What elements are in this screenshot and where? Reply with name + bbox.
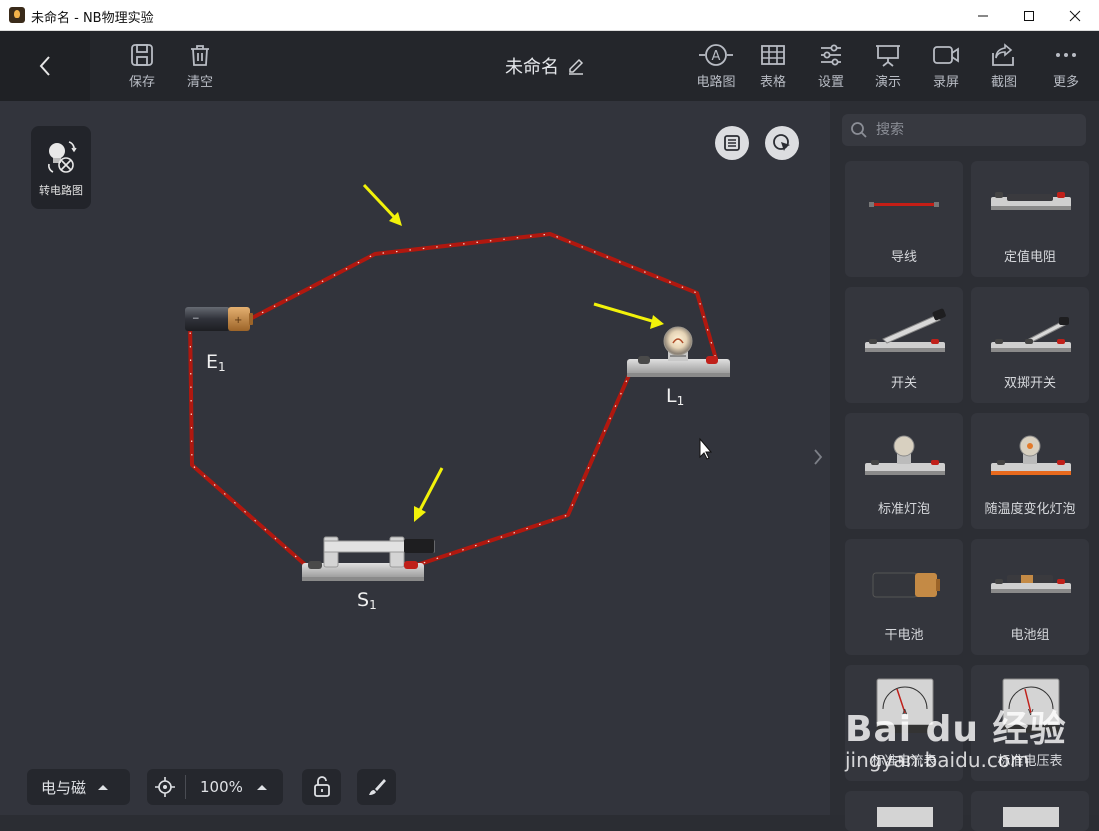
- brush-icon: [368, 779, 386, 795]
- component-card-double-throw-switch[interactable]: 双掷开关: [971, 287, 1089, 403]
- document-title-text: 未命名: [505, 57, 559, 78]
- experiment-canvas[interactable]: 转电路图 − + E1 L1 S1 电与磁 100%: [0, 101, 830, 815]
- watermark-brand: Bai du 经验: [845, 709, 1067, 750]
- caret-up-icon: [256, 785, 267, 790]
- component-card-label: 电池组: [1010, 628, 1050, 643]
- screenshot-label: 截图: [990, 74, 1017, 90]
- switch-s1[interactable]: [302, 536, 435, 581]
- bulb-l1-label: L1: [666, 385, 685, 408]
- component-card-battery-pack[interactable]: 电池组: [971, 539, 1089, 655]
- zoom-value: 100%: [200, 778, 243, 796]
- table-icon: [761, 44, 785, 65]
- main-toolbar: 保存 清空 未命名 A 电路图 表格 设置 演示 录屏 截图 更多: [0, 31, 1099, 101]
- brush-button[interactable]: [357, 769, 396, 805]
- battery-e1-label: E1: [206, 351, 226, 374]
- present-label: 演示: [874, 74, 901, 90]
- wire-group[interactable]: [188, 232, 718, 571]
- minimize-button[interactable]: [960, 0, 1006, 31]
- component-card-standard-bulb[interactable]: 标准灯泡: [845, 413, 963, 529]
- component-card-partial[interactable]: [971, 791, 1089, 831]
- lock-button[interactable]: [302, 769, 341, 805]
- circuit-drawing: − +: [185, 183, 730, 581]
- save-button[interactable]: 保存: [113, 31, 171, 101]
- presentation-icon: [876, 44, 900, 67]
- clear-label: 清空: [186, 74, 213, 90]
- window-title: 未命名 - NB物理实验: [31, 11, 154, 26]
- unlock-icon: [313, 776, 330, 797]
- search-input[interactable]: [874, 121, 1078, 139]
- clear-button[interactable]: 清空: [171, 31, 229, 101]
- settings-label: 设置: [817, 74, 844, 90]
- save-icon: [131, 43, 153, 66]
- trash-icon: [191, 44, 209, 66]
- share-screenshot-icon: [992, 42, 1014, 66]
- component-card-label: 双掷开关: [1003, 376, 1056, 391]
- search-box[interactable]: [842, 114, 1086, 146]
- component-card-label: 开关: [890, 376, 917, 391]
- mouse-cursor-icon: [699, 437, 713, 460]
- arrow-wire-pointer: [362, 183, 397, 220]
- more-dots-icon: [1056, 52, 1076, 57]
- expand-sidebar-chevron-icon[interactable]: [812, 447, 824, 471]
- close-button[interactable]: [1052, 0, 1098, 31]
- record-screen-label: 录屏: [932, 74, 959, 90]
- edit-pencil-icon[interactable]: [567, 57, 585, 75]
- component-card-wire[interactable]: 导线: [845, 161, 963, 277]
- table-label: 表格: [759, 74, 786, 90]
- document-title[interactable]: 未命名: [505, 53, 585, 79]
- circuit-diagram-label: 电路图: [696, 74, 736, 90]
- baidu-watermark: Bai du 经验 jingyan.baidu.com: [845, 700, 1067, 772]
- locate-center-icon[interactable]: [154, 776, 176, 798]
- component-card-label: 导线: [890, 250, 917, 265]
- component-card-temperature-bulb[interactable]: 随温度变化灯泡: [971, 413, 1089, 529]
- component-card-label: 干电池: [884, 628, 924, 643]
- app-icon: [9, 7, 25, 23]
- settings-button[interactable]: 设置: [802, 31, 860, 101]
- wire-battery-to-bulb[interactable]: [249, 232, 718, 360]
- more-button[interactable]: 更多: [1037, 31, 1095, 101]
- annotation-arrows: [362, 183, 664, 522]
- screenshot-button[interactable]: 截图: [975, 31, 1033, 101]
- table-button[interactable]: 表格: [744, 31, 802, 101]
- category-dropdown[interactable]: 电与磁: [27, 769, 130, 805]
- component-card-label: 定值电阻: [1003, 250, 1056, 265]
- battery-e1[interactable]: − +: [185, 307, 253, 331]
- component-card-switch[interactable]: 开关: [845, 287, 963, 403]
- circuit-diagram-button[interactable]: A 电路图: [687, 31, 745, 101]
- video-camera-icon: [933, 45, 959, 64]
- save-label: 保存: [128, 74, 155, 90]
- component-card-fixed-resistor[interactable]: 定值电阻: [971, 161, 1089, 277]
- maximize-button[interactable]: [1006, 0, 1052, 31]
- component-card-partial[interactable]: [845, 791, 963, 831]
- component-card-label: 标准灯泡: [877, 502, 930, 517]
- category-label: 电与磁: [41, 778, 87, 797]
- wire-switch-to-bulb[interactable]: [410, 365, 635, 569]
- svg-text:A: A: [712, 49, 721, 64]
- chevron-left-icon: [39, 56, 50, 76]
- window-titlebar: 未命名 - NB物理实验: [0, 0, 1099, 31]
- sliders-icon: [821, 44, 841, 65]
- present-button[interactable]: 演示: [859, 31, 917, 101]
- record-screen-button[interactable]: 录屏: [917, 31, 975, 101]
- more-label: 更多: [1052, 74, 1079, 90]
- component-card-dry-cell[interactable]: 干电池: [845, 539, 963, 655]
- arrow-switch-pointer: [418, 467, 444, 511]
- svg-text:+: +: [234, 315, 242, 326]
- svg-text:−: −: [192, 314, 200, 324]
- component-card-label: 随温度变化灯泡: [984, 502, 1076, 517]
- switch-s1-label: S1: [357, 589, 377, 612]
- arrow-bulb-pointer: [593, 302, 653, 323]
- search-icon: [851, 122, 867, 138]
- zoom-control[interactable]: 100%: [147, 769, 283, 805]
- ammeter-icon: A: [699, 43, 733, 66]
- back-button[interactable]: [0, 31, 90, 101]
- caret-up-icon: [98, 785, 109, 790]
